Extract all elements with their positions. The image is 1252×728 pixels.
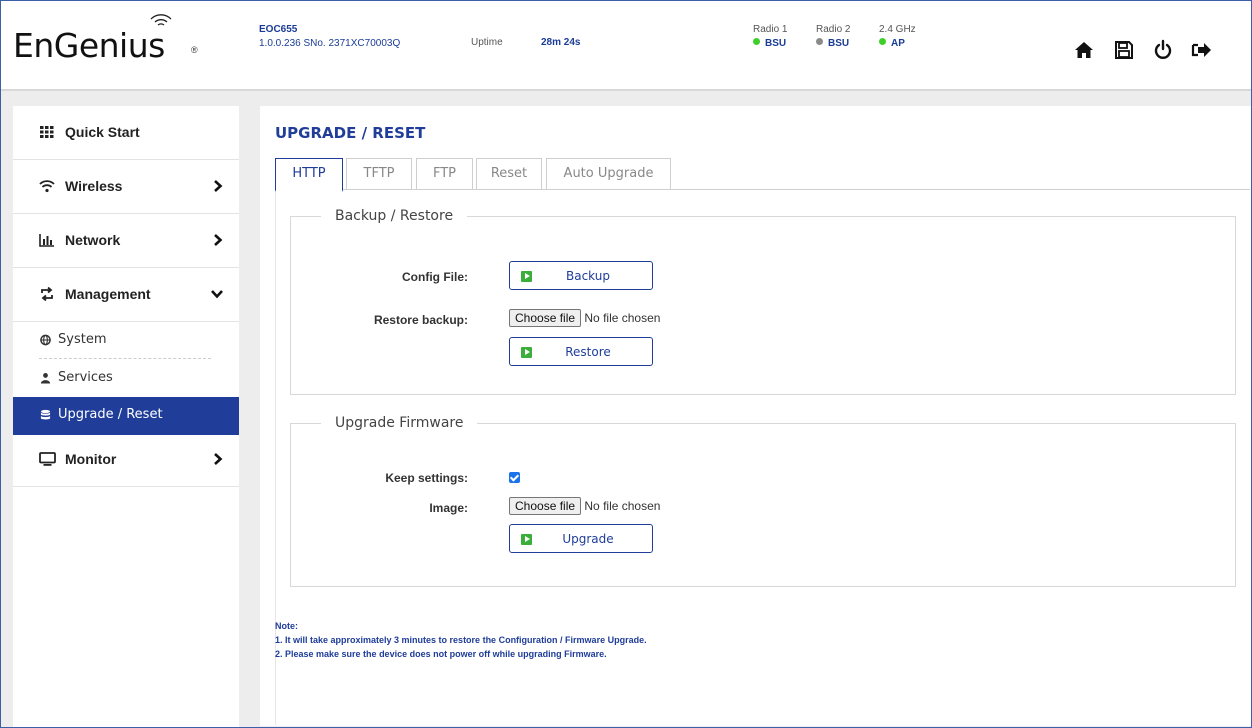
radio-label: 2.4 GHz (879, 24, 916, 35)
divider (39, 358, 211, 359)
uptime-value: 28m 24s (541, 37, 581, 48)
logout-icon[interactable] (1191, 39, 1213, 61)
registered-mark: ® (191, 45, 198, 55)
monitor-icon (39, 452, 56, 466)
status-dot (816, 38, 823, 45)
restore-button[interactable]: Restore (509, 337, 653, 366)
device-firmware: 1.0.0.236 SNo. 2371XC70003Q (259, 38, 401, 49)
upgrade-button[interactable]: Upgrade (509, 524, 653, 553)
device-info: EOC655 1.0.0.236 SNo. 2371XC70003Q (259, 23, 400, 51)
exchange-icon (41, 287, 53, 301)
sidebar: Quick Start Wireless Network Management … (13, 106, 239, 727)
backup-restore-section: Backup / Restore Config File: Backup Res… (290, 208, 1236, 395)
status-dot (753, 38, 760, 45)
sidebar-item-label: Wireless (65, 178, 123, 194)
note-line: 1. It will take approximately 3 minutes … (275, 635, 647, 645)
sidebar-subitem-label: Upgrade / Reset (58, 407, 163, 422)
page-title: UPGRADE / RESET (275, 124, 426, 142)
main-content: UPGRADE / RESET HTTP TFTP FTP Reset Auto… (260, 106, 1251, 726)
backup-button[interactable]: Backup (509, 261, 653, 290)
sidebar-subitem-label: System (58, 332, 107, 347)
radio-2-status: Radio 2 BSU (816, 23, 850, 51)
user-icon (40, 373, 51, 384)
radio-1-status: Radio 1 BSU (753, 23, 787, 51)
note-title: Note: (275, 621, 298, 631)
sidebar-item-label: Quick Start (65, 124, 140, 140)
radio-24ghz-status: 2.4 GHz AP (879, 23, 916, 51)
sidebar-item-label: Network (65, 232, 121, 248)
note-block: Note: 1. It will take approximately 3 mi… (275, 619, 647, 661)
image-file-input[interactable]: Choose file No file chosen (509, 497, 660, 515)
home-icon[interactable] (1073, 39, 1095, 61)
keep-settings-checkbox[interactable] (509, 472, 520, 483)
sidebar-item-wireless[interactable]: Wireless (13, 160, 239, 214)
choose-file-button[interactable]: Choose file (509, 497, 582, 515)
button-label: Backup (566, 269, 610, 283)
sidebar-subitem-services[interactable]: Services (13, 360, 239, 398)
chevron-right-icon (214, 453, 223, 465)
sidebar-item-label: Monitor (65, 451, 117, 467)
app-frame: EnGenius ® EOC655 1.0.0.236 SNo. 2371XC7… (0, 0, 1252, 728)
image-label: Image: (429, 501, 468, 515)
device-model: EOC655 (259, 24, 298, 35)
tab-http[interactable]: HTTP (275, 158, 343, 192)
button-label: Restore (565, 345, 611, 359)
no-file-text: No file chosen (584, 311, 661, 325)
bar-chart-icon (39, 234, 54, 247)
radio-label: Radio 1 (753, 24, 788, 35)
radio-label: Radio 2 (816, 24, 851, 35)
choose-file-button[interactable]: Choose file (509, 309, 582, 327)
sidebar-subitem-label: Services (58, 370, 113, 385)
button-label: Upgrade (562, 532, 614, 546)
restore-file-input[interactable]: Choose file No file chosen (509, 309, 660, 327)
sidebar-item-management[interactable]: Management (13, 268, 239, 322)
section-legend: Upgrade Firmware (335, 415, 464, 431)
sidebar-item-monitor[interactable]: Monitor (13, 436, 239, 487)
chevron-right-icon (214, 180, 223, 192)
restore-backup-label: Restore backup: (373, 313, 468, 327)
tab-tftp[interactable]: TFTP (346, 158, 412, 189)
sidebar-item-network[interactable]: Network (13, 214, 239, 268)
upgrade-firmware-section: Upgrade Firmware Keep settings: Image: C… (290, 415, 1236, 587)
tab-ftp[interactable]: FTP (416, 158, 473, 189)
sidebar-subitem-upgrade-reset[interactable]: Upgrade / Reset (13, 397, 239, 435)
keep-settings-label: Keep settings: (385, 471, 468, 485)
sidebar-subitem-system[interactable]: System (13, 322, 239, 360)
wifi-icon (39, 180, 55, 193)
grid-icon (40, 126, 54, 138)
power-icon[interactable] (1152, 39, 1174, 61)
uptime-label: Uptime (471, 37, 503, 48)
radio-status: AP (891, 38, 905, 49)
chevron-right-icon (214, 234, 223, 246)
sidebar-item-quick-start[interactable]: Quick Start (13, 106, 239, 160)
database-icon (40, 409, 51, 420)
engenius-logo: EnGenius (13, 26, 165, 65)
globe-icon (40, 334, 51, 346)
note-line: 2. Please make sure the device does not … (275, 649, 607, 659)
sidebar-item-label: Management (65, 286, 151, 302)
tab-reset[interactable]: Reset (476, 158, 542, 189)
status-dot (879, 38, 886, 45)
chevron-down-icon (211, 290, 223, 299)
section-legend: Backup / Restore (335, 208, 454, 224)
radio-status: BSU (765, 38, 787, 49)
radio-status: BSU (828, 38, 850, 49)
config-file-label: Config File: (402, 270, 468, 284)
save-icon[interactable] (1113, 39, 1135, 61)
no-file-text: No file chosen (584, 499, 661, 513)
top-header: EnGenius ® EOC655 1.0.0.236 SNo. 2371XC7… (1, 1, 1251, 91)
logo-wifi-icon (150, 14, 172, 26)
tab-auto-upgrade[interactable]: Auto Upgrade (546, 158, 671, 189)
